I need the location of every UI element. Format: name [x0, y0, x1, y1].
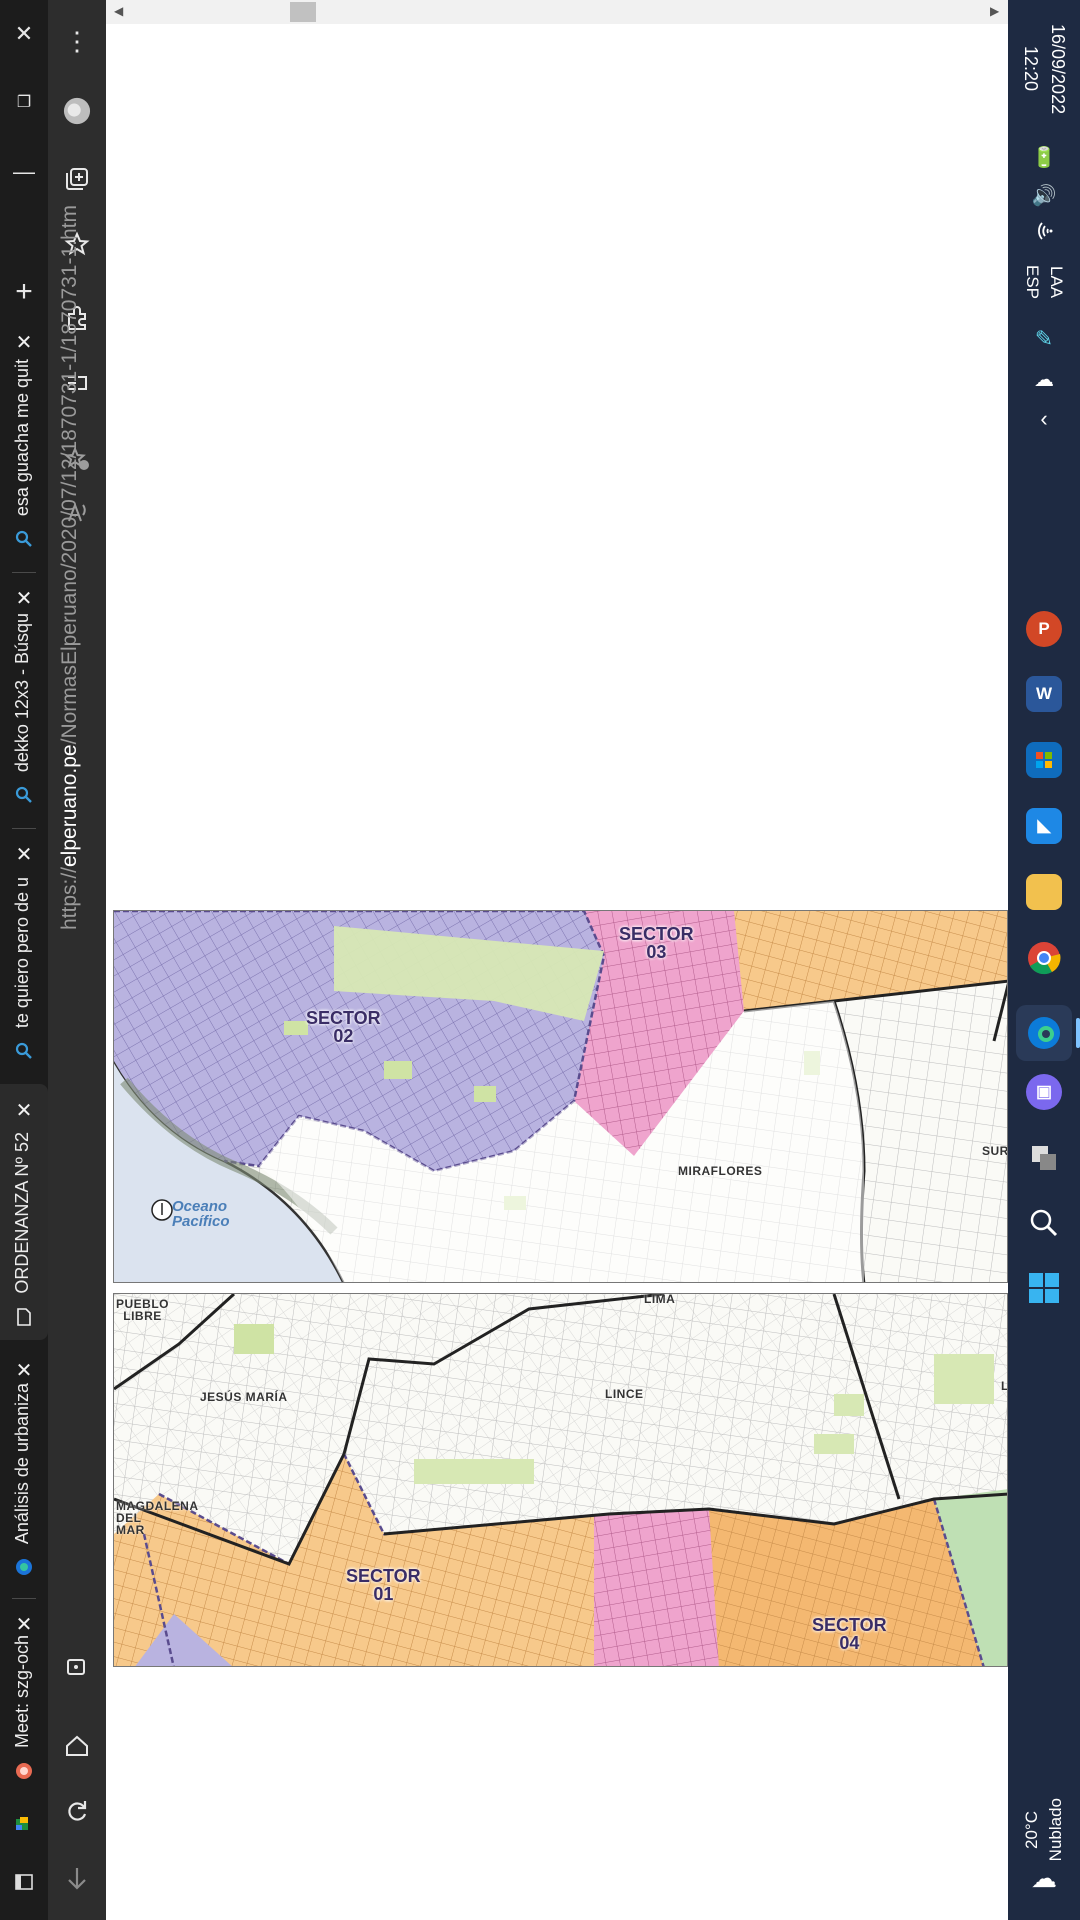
map-upper-graphic [114, 911, 1007, 1282]
sidebar-toggle-icon[interactable] [0, 1858, 48, 1906]
tab-label: Análisis de urbaniza [12, 1382, 32, 1544]
refresh-icon[interactable] [54, 1788, 100, 1834]
sector-label: SECTOR 04 [812, 1615, 887, 1653]
search-icon [13, 1040, 35, 1062]
close-tab-icon[interactable]: ✕ [12, 330, 36, 354]
restore-window-icon[interactable]: ❐ [0, 78, 48, 126]
word-icon[interactable]: W [1026, 676, 1062, 712]
taskview-icon[interactable] [1026, 1140, 1062, 1176]
scroll-left-icon[interactable]: ◀ [114, 4, 123, 18]
document-icon [13, 1306, 35, 1328]
tab-item[interactable]: ✕ te quiero pero de u [0, 834, 48, 1074]
horizontal-scrollbar[interactable]: ◀ ▶ [106, 0, 1008, 24]
minimize-window-icon[interactable]: — [0, 148, 48, 196]
more-menu-icon[interactable]: ⋮ [54, 18, 100, 64]
district-label: SUR [982, 1144, 1008, 1158]
district-label: JESÚS MARÍA [200, 1390, 288, 1404]
files-icon[interactable] [1026, 874, 1062, 910]
search-icon [13, 528, 35, 550]
profile-avatar[interactable] [54, 88, 100, 134]
chrome-icon[interactable] [1026, 940, 1062, 976]
store-icon[interactable] [1026, 742, 1062, 778]
scrollbar-thumb[interactable] [290, 2, 316, 22]
close-tab-icon[interactable]: ✕ [12, 586, 36, 610]
browser-toolbar: ⋮ https://elperuano.pe/NormasElperuano/2… [48, 0, 106, 1920]
close-window-icon[interactable]: ✕ [0, 10, 48, 58]
tab-label: esa guacha me quit [12, 358, 32, 516]
address-bar[interactable]: https://elperuano.pe/NormasElperuano/202… [58, 205, 96, 930]
zoning-map-lower: PUEBLO LIBRE LIMA JESÚS MARÍA LINCE MAGDA… [113, 1293, 1008, 1667]
clock-date: 16/09/2022 [1048, 23, 1068, 115]
tab-item[interactable]: ✕ esa guacha me quit [0, 322, 48, 562]
edge-icon[interactable] [1016, 1005, 1072, 1061]
close-tab-icon[interactable]: ✕ [12, 1358, 36, 1382]
district-label: L [1001, 1380, 1007, 1392]
sector-label: SECTOR 01 [346, 1566, 421, 1604]
weather-temp: 20°C [1022, 1811, 1041, 1849]
tab-label: te quiero pero de u [12, 876, 32, 1028]
meet-icon [13, 1760, 35, 1782]
tab-label: ORDENANZA Nº 52 [12, 1132, 32, 1294]
search-icon [13, 784, 35, 806]
tab-item[interactable]: ✕ dekko 12x3 - Búsqu [0, 578, 48, 818]
battery-icon[interactable]: 🔋 [1008, 140, 1080, 174]
tab-label: Meet: szg-och [12, 1634, 32, 1748]
app-icon[interactable]: ◣ [1026, 808, 1062, 844]
site-info-icon[interactable] [54, 1643, 100, 1689]
pen-icon[interactable]: ✎ [1008, 322, 1080, 356]
sector-label: SECTOR 03 [619, 924, 694, 962]
district-label: LINCE [605, 1387, 644, 1401]
tab-item[interactable]: ✕ Meet: szg-och [0, 1604, 48, 1794]
clock-time: 12:20 [1021, 46, 1041, 92]
start-icon[interactable] [1026, 1270, 1062, 1306]
back-icon[interactable] [54, 1855, 100, 1901]
zoning-map-upper: SECTOR 02 SECTOR 03 MIRAFLORES SUR Oceano P… [113, 910, 1008, 1283]
windows-taskbar: 12:20 16/09/2022 🔋 🔊 ESP LAA ✎ ☁ ‹ P W ◣… [1008, 0, 1080, 1920]
wifi-icon[interactable] [1008, 214, 1080, 248]
weather-desc: Nublado [1046, 1798, 1065, 1862]
district-label: LIMA [644, 1293, 676, 1306]
onedrive-icon[interactable]: ☁ [1008, 362, 1080, 396]
close-tab-icon[interactable]: ✕ [12, 1612, 36, 1636]
home-icon[interactable] [54, 1723, 100, 1769]
district-label: PUEBLO LIBRE [116, 1297, 170, 1323]
district-label: MIRAFLORES [678, 1164, 763, 1178]
map-lower-graphic [114, 1294, 1007, 1666]
teams-icon[interactable]: ▣ [1026, 1074, 1062, 1110]
clock[interactable]: 12:20 16/09/2022 [1008, 14, 1080, 124]
url-text[interactable]: https://elperuano.pe/NormasElperuano/202… [58, 205, 96, 930]
tab-label: dekko 12x3 - Búsqu [12, 612, 32, 772]
district-label: MAGDALENA DEL MAR [116, 1499, 199, 1537]
vertical-tab-strip: ✕ ❐ — + ✕ esa guacha me quit ✕ dekko 12x… [0, 0, 48, 1920]
chevron-left-icon[interactable]: ‹ [1008, 402, 1080, 436]
tab-item[interactable]: ✕ Análisis de urbaniza [0, 1350, 48, 1590]
meet-app-icon[interactable] [0, 1800, 48, 1848]
edge-copilot-icon [13, 1556, 35, 1578]
cloud-icon: ☁ [1031, 1862, 1057, 1893]
close-tab-icon[interactable]: ✕ [12, 842, 36, 866]
language-indicator[interactable]: ESP LAA [1008, 262, 1080, 302]
search-icon[interactable] [1026, 1205, 1062, 1241]
powerpoint-icon[interactable]: P [1026, 611, 1062, 647]
tab-item-active[interactable]: ✕ ORDENANZA Nº 52 [0, 1084, 48, 1340]
close-tab-icon[interactable]: ✕ [12, 1098, 36, 1122]
collections-icon[interactable] [54, 156, 100, 202]
scroll-right-icon[interactable]: ▶ [990, 4, 999, 18]
sector-label: SECTOR 02 [306, 1008, 381, 1046]
new-tab-button[interactable]: + [0, 268, 48, 316]
page-content[interactable]: ◀ ▶ SECTOR 02 SECTOR 03 MIRAFLORES SUR O… [106, 0, 1008, 1920]
ocean-label: Oceano Pacífico [172, 1198, 230, 1230]
volume-icon[interactable]: 🔊 [1008, 178, 1080, 212]
